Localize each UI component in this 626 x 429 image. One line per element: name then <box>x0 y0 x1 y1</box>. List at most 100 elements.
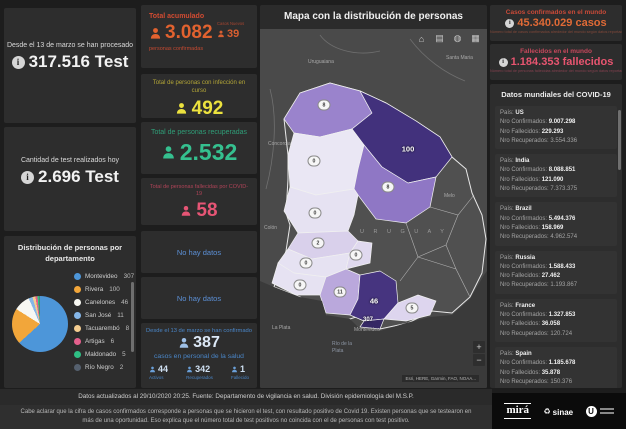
person-icon <box>178 337 190 349</box>
legend-color-dot <box>74 273 81 280</box>
info-icon[interactable]: i <box>12 56 25 69</box>
legend-item[interactable]: Artigas 6 <box>74 335 136 348</box>
health-staff-stat: 44 Activos <box>149 364 168 380</box>
zoom-out-button[interactable]: − <box>473 354 485 366</box>
disclaimer-text: Cabe aclarar que la cifra de casos confi… <box>0 405 492 429</box>
country-block: País: US Nro Confirmados: 9.007.298 Nro … <box>495 106 617 149</box>
country-block: País: Brazil Nro Confirmados: 5.494.376 … <box>495 202 617 245</box>
health-staff-value: 387 <box>141 334 257 352</box>
health-staff-stats: 44 Activos 342 Recuperados 1 Fallecido <box>141 360 257 380</box>
new-cases-value: 39 <box>217 28 251 40</box>
map-place-label: La Plata <box>272 325 290 331</box>
map-attribution: Esri, HERE, Garmin, FAO, NOAA... <box>402 375 479 382</box>
map-place-label: Santa Maria <box>446 55 473 61</box>
tests-today-value: i 2.696 Test <box>4 167 136 187</box>
legend-item[interactable]: Río Negro 2 <box>74 361 136 374</box>
map-zoom-controls: + − <box>473 341 485 366</box>
department-pie-chart[interactable] <box>12 296 68 352</box>
country-list-scrollbar[interactable] <box>618 110 621 170</box>
info-icon[interactable]: i <box>505 19 514 28</box>
department-distribution-panel: Distribución de personas por departament… <box>4 236 136 388</box>
world-deaths-note: Número total de personas fallecidas alre… <box>490 69 622 73</box>
health-staff-subtitle: casos en personal de la salud <box>141 353 257 360</box>
legend-item[interactable]: Montevideo 307 <box>74 270 136 283</box>
basemap-icon[interactable]: ▦ <box>470 33 481 44</box>
country-block: País: Russia Nro Confirmados: 1.588.433 … <box>495 251 617 294</box>
map-place-label: U R U G U A Y <box>360 229 448 235</box>
legend-item[interactable]: Rivera 100 <box>74 283 136 296</box>
department-legend: Montevideo 307 Rivera 100 Canelones 46 S… <box>70 270 136 374</box>
map-place-label: Melo <box>444 193 455 199</box>
accumulated-subtitle: personas confirmadas <box>149 46 217 52</box>
world-confirmed-title: Casos confirmados en el mundo <box>490 5 622 16</box>
person-icon <box>149 27 162 40</box>
legend-color-dot <box>74 364 81 371</box>
new-cases-label: Casos Nuevos <box>217 21 251 26</box>
tests-today-label: Cantidad de test realizados hoy <box>4 157 136 164</box>
no-data-card-2: No hay datos <box>141 277 257 319</box>
person-icon <box>180 205 192 217</box>
mira-logo: mirá <box>504 403 531 418</box>
legend-color-dot <box>74 286 81 293</box>
no-data-text: No hay datos <box>141 277 257 319</box>
person-icon <box>186 366 193 373</box>
no-data-text: No hay datos <box>141 231 257 273</box>
world-deaths-panel: Fallecidos en el mundo i 1.184.353 falle… <box>490 44 622 80</box>
info-icon[interactable]: i <box>499 58 508 67</box>
government-logo-icon: U <box>586 406 597 417</box>
legend-icon[interactable]: ▤ <box>434 33 445 44</box>
accumulated-title: Total acumulado <box>149 13 217 20</box>
map-place-label: Montevideo <box>354 327 380 333</box>
home-icon[interactable]: ⌂ <box>416 33 427 44</box>
deaths-title: Total de personas fallecidas por COVID-1… <box>141 178 257 198</box>
health-staff-card: Desde el 13 de marzo se han confirmado 3… <box>141 323 257 388</box>
person-icon <box>217 30 225 38</box>
person-icon <box>161 145 176 160</box>
no-data-card-1: No hay datos <box>141 231 257 273</box>
recovered-title: Total de personas recuperadas <box>141 122 257 137</box>
deaths-value: 58 <box>141 200 257 222</box>
map-value-flores: 0 <box>350 250 363 261</box>
legend-item[interactable]: San José 11 <box>74 309 136 322</box>
map-value-rivera: 100 <box>402 145 415 154</box>
government-logo: U <box>586 406 614 417</box>
map-value-san-jose: 11 <box>334 287 347 298</box>
country-block: País: India Nro Confirmados: 8.088.851 N… <box>495 154 617 197</box>
world-confirmed-panel: Casos confirmados en el mundo i 45.340.0… <box>490 5 622 41</box>
health-staff-stat: 342 Recuperados <box>186 364 213 380</box>
world-deaths-title: Fallecidos en el mundo <box>490 44 622 55</box>
country-list[interactable]: País: US Nro Confirmados: 9.007.298 Nro … <box>490 106 622 388</box>
tests-processed-value: i 317.516 Test <box>4 52 136 72</box>
legend-color-dot <box>74 351 81 358</box>
country-block: País: Spain Nro Confirmados: 1.185.678 N… <box>495 347 617 388</box>
active-cases-title: Total de personas con infección en curso <box>141 74 257 96</box>
active-cases-card: Total de personas con infección en curso… <box>141 74 257 118</box>
legend-color-dot <box>74 312 81 319</box>
info-icon[interactable]: i <box>21 171 34 184</box>
last-updated-bar: Datos actualizados al 29/10/2020 20:25. … <box>0 389 492 405</box>
zoom-in-button[interactable]: + <box>473 341 485 353</box>
legend-item[interactable]: Tacuarembó 8 <box>74 322 136 335</box>
globe-icon[interactable]: ◍ <box>452 33 463 44</box>
tests-today-panel: Cantidad de test realizados hoy i 2.696 … <box>4 127 136 231</box>
health-staff-stat: 1 Fallecido <box>231 364 249 380</box>
world-data-panel: Datos mundiales del COVID-19 País: US Nr… <box>490 84 622 388</box>
map-value-canelones: 46 <box>370 297 378 306</box>
sinae-logo: ♻ sinae <box>543 402 573 420</box>
legend-item[interactable]: Maldonado 5 <box>74 348 136 361</box>
recovered-value: 2.532 <box>141 139 257 166</box>
world-list-title: Datos mundiales del COVID-19 <box>490 84 622 103</box>
accumulated-value: 3.082 <box>149 22 217 44</box>
world-confirmed-note: Número total de casos confirmados alrede… <box>490 30 622 34</box>
map-value-colonia: 0 <box>294 280 307 291</box>
country-block: País: France Nro Confirmados: 1.327.853 … <box>495 299 617 342</box>
map-toolbar: ⌂ ▤ ◍ ▦ <box>416 33 481 44</box>
map-canvas[interactable]: 8010080200011463075 UruguaianaSanta Mari… <box>260 29 487 388</box>
active-cases-value: 492 <box>141 98 257 118</box>
department-chart-title: Distribución de personas por departament… <box>4 236 136 266</box>
legend-scrollbar[interactable] <box>131 282 134 352</box>
legend-item[interactable]: Canelones 46 <box>74 296 136 309</box>
map-place-label: Colón <box>264 225 277 231</box>
sinae-icon: ♻ <box>543 407 550 416</box>
deaths-card: Total de personas fallecidas por COVID-1… <box>141 178 257 225</box>
